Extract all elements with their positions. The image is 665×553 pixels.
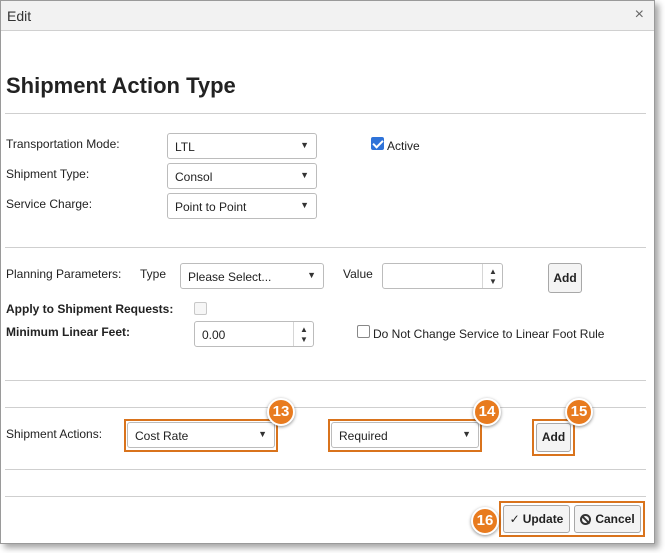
do-not-change-label: Do Not Change Service to Linear Foot Rul… bbox=[373, 327, 605, 341]
chevron-down-icon: ▼ bbox=[300, 140, 309, 150]
spinner-arrows: ▲ ▼ bbox=[293, 322, 313, 346]
shipment-type-value: Consol bbox=[175, 170, 213, 184]
arrow-up-icon[interactable]: ▲ bbox=[483, 267, 503, 276]
transportation-mode-value: LTL bbox=[175, 140, 195, 154]
close-icon[interactable]: × bbox=[635, 6, 644, 24]
spinner-arrows: ▲ ▼ bbox=[482, 264, 502, 288]
service-charge-value: Point to Point bbox=[175, 200, 247, 214]
cancel-button-label: Cancel bbox=[595, 512, 635, 526]
apply-to-shipment-requests-label: Apply to Shipment Requests: bbox=[6, 302, 174, 316]
page-title: Shipment Action Type bbox=[6, 73, 236, 98]
update-button[interactable]: ✓ Update bbox=[503, 505, 570, 533]
update-button-label: Update bbox=[522, 512, 564, 526]
divider bbox=[5, 496, 646, 497]
arrow-down-icon[interactable]: ▼ bbox=[483, 277, 503, 286]
shipment-type-label: Shipment Type: bbox=[6, 167, 90, 181]
shipment-actions-label: Shipment Actions: bbox=[6, 427, 103, 441]
minimum-linear-feet-label: Minimum Linear Feet: bbox=[6, 325, 131, 339]
shipment-action-value: Cost Rate bbox=[135, 429, 189, 443]
planning-parameters-label: Planning Parameters: bbox=[6, 267, 122, 281]
chevron-down-icon: ▼ bbox=[462, 429, 471, 439]
callout-badge-13: 13 bbox=[267, 398, 295, 426]
planning-type-label: Type bbox=[140, 267, 167, 281]
apply-to-shipment-requests-checkbox[interactable] bbox=[194, 302, 207, 315]
transportation-mode-select[interactable]: LTL ▼ bbox=[167, 133, 317, 159]
minimum-linear-feet-input[interactable]: 0.00 bbox=[202, 328, 225, 342]
service-charge-label: Service Charge: bbox=[6, 197, 93, 211]
callout-badge-15: 15 bbox=[565, 398, 593, 426]
transportation-mode-label: Transportation Mode: bbox=[6, 137, 120, 151]
chevron-down-icon: ▼ bbox=[300, 170, 309, 180]
shipment-action-select[interactable]: Cost Rate ▼ bbox=[127, 422, 275, 448]
cancel-circle-icon bbox=[580, 514, 592, 525]
planning-add-button[interactable]: Add bbox=[548, 263, 582, 293]
callout-badge-14: 14 bbox=[473, 398, 501, 426]
divider bbox=[5, 407, 646, 408]
shipment-type-select[interactable]: Consol ▼ bbox=[167, 163, 317, 189]
chevron-down-icon: ▼ bbox=[300, 200, 309, 210]
service-charge-select[interactable]: Point to Point ▼ bbox=[167, 193, 317, 219]
planning-type-value: Please Select... bbox=[188, 270, 272, 284]
arrow-up-icon[interactable]: ▲ bbox=[294, 325, 314, 334]
shipment-requirement-value: Required bbox=[339, 429, 388, 443]
chevron-down-icon: ▼ bbox=[307, 270, 316, 280]
divider bbox=[5, 469, 646, 470]
active-label: Active bbox=[387, 139, 420, 153]
divider bbox=[5, 380, 646, 381]
callout-badge-16: 16 bbox=[471, 507, 499, 535]
dialog-titlebar: Edit × bbox=[1, 1, 654, 31]
planning-value-stepper[interactable]: ▲ ▼ bbox=[382, 263, 503, 289]
shipment-actions-add-button[interactable]: Add bbox=[536, 423, 571, 452]
arrow-down-icon[interactable]: ▼ bbox=[294, 335, 314, 344]
edit-dialog: Edit × Shipment Action Type Transportati… bbox=[0, 0, 655, 544]
active-checkbox[interactable] bbox=[371, 137, 384, 150]
minimum-linear-feet-stepper[interactable]: 0.00 ▲ ▼ bbox=[194, 321, 314, 347]
planning-type-select[interactable]: Please Select... ▼ bbox=[180, 263, 324, 289]
dialog-title: Edit bbox=[7, 8, 32, 24]
divider bbox=[5, 113, 646, 114]
chevron-down-icon: ▼ bbox=[258, 429, 267, 439]
checkmark-icon: ✓ bbox=[509, 512, 520, 526]
cancel-button[interactable]: Cancel bbox=[574, 505, 641, 533]
do-not-change-checkbox[interactable] bbox=[357, 325, 370, 338]
planning-value-label: Value bbox=[343, 267, 373, 281]
divider bbox=[5, 247, 646, 248]
shipment-requirement-select[interactable]: Required ▼ bbox=[331, 422, 479, 448]
